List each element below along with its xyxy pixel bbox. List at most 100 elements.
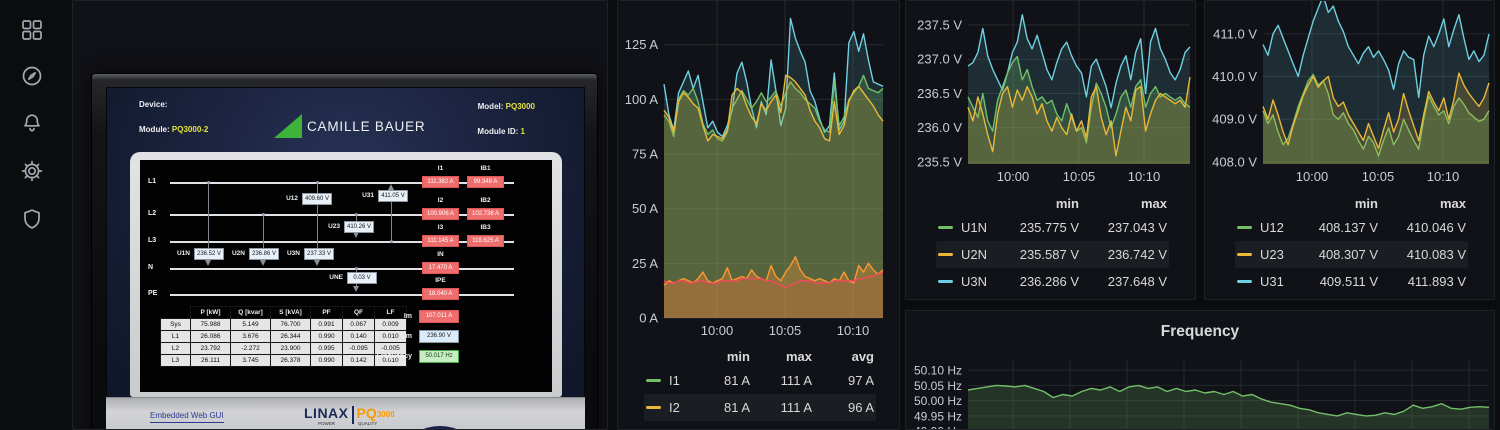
legend-stat-header[interactable]: min [1290, 196, 1378, 211]
legend-stat-value: 236.286 V [991, 274, 1079, 289]
current-label-I1: I1 [422, 165, 459, 172]
power-table-cell: 23.900 [271, 343, 311, 355]
readout-label-Frequency: Frequency [360, 353, 412, 360]
junction-dot [207, 181, 210, 184]
phase-voltages-plot[interactable]: 237.5 V237.0 V236.5 V236.0 V235.5 V10:00… [906, 1, 1196, 191]
legend-stat-header[interactable]: max [1079, 196, 1167, 211]
current-box-I3: 111.145 A [422, 235, 459, 247]
series-name[interactable]: U12 [1260, 220, 1284, 235]
power-table-cell: -2.272 [231, 343, 271, 355]
module-label: Module: PQ3000-2 [139, 125, 208, 134]
legend-stat-value: 409.511 V [1290, 274, 1378, 289]
bus-label-L1: L1 [148, 178, 156, 185]
readout-box-Um: 236.90 V [419, 330, 459, 343]
series-name[interactable]: I2 [669, 400, 680, 415]
module-value: PQ3000-2 [172, 125, 208, 134]
voltage-label-U2N: U2N [215, 250, 245, 257]
series-swatch-icon [938, 226, 953, 229]
legend-row-U31[interactable]: U31409.511 V411.893 V [1235, 268, 1468, 295]
arrow-down-icon [205, 260, 211, 266]
legend-row-U2N[interactable]: U2N235.587 V236.742 V [936, 241, 1169, 268]
legend-stat-value: 237.043 V [1079, 220, 1167, 235]
legend-stat-header[interactable]: max [1378, 196, 1466, 211]
device-photo: Device: Module: PQ3000-2 CAMILLE BAUER M… [91, 73, 598, 430]
legend-stat-header[interactable]: avg [812, 349, 874, 364]
line-voltages-plot[interactable]: 411.0 V410.0 V409.0 V408.0 V10:0010:0510… [1205, 1, 1495, 191]
x-tick-label: 10:10 [837, 323, 870, 338]
module-id-label: Module ID: 1 [477, 127, 525, 136]
series-name[interactable]: U31 [1260, 274, 1284, 289]
device-front-panel: Embedded Web GUI LINAX PQ 3000 POWER QUA… [106, 397, 585, 430]
legend-row-U3N[interactable]: U3N 236.286 V237.648 V [936, 268, 1169, 295]
legend-stat-header[interactable]: min [688, 349, 750, 364]
power-table-cell: 76.700 [271, 319, 311, 331]
current-box-I2: 100.906 A [422, 208, 459, 220]
arrow-down-icon [353, 286, 359, 292]
series-name[interactable]: U3N [961, 274, 987, 289]
power-table-cell: 3.676 [231, 331, 271, 343]
y-tick-label: 237.5 V [917, 17, 962, 32]
legend-stat-value: 111 A [750, 400, 812, 415]
x-tick-label: 10:00 [997, 169, 1030, 184]
power-table-cell: 0.991 [311, 319, 343, 331]
y-tick-label: 408.0 V [1212, 154, 1257, 169]
junction-dot [355, 267, 358, 270]
bus-line-PE [170, 294, 514, 296]
legend-header: minmax [1235, 192, 1468, 214]
security-shield-icon[interactable] [20, 207, 44, 231]
bus-label-L2: L2 [148, 210, 156, 217]
series-name[interactable]: U23 [1260, 247, 1284, 262]
frequency-plot[interactable]: 50.10 Hz50.05 Hz50.00 Hz49.95 Hz49.90 Hz [906, 311, 1495, 430]
explore-compass-icon[interactable] [20, 64, 44, 88]
y-tick-label: 235.5 V [917, 154, 962, 169]
series-name[interactable]: I1 [669, 373, 680, 388]
series-name[interactable]: U2N [961, 247, 987, 262]
linax-power-tag: POWER [318, 421, 335, 426]
arrow-down-icon [314, 260, 320, 266]
x-tick-label: 10:00 [701, 323, 734, 338]
readout-box-Frequency: 50.017 Hz [419, 350, 459, 363]
power-table-row: Sys75.9885.14976.7000.9910.0670.009 [161, 319, 407, 331]
x-tick-label: 10:10 [1427, 169, 1460, 184]
legend-stat-value: 237.648 V [1079, 274, 1167, 289]
y-tick-label: 75 A [632, 147, 658, 162]
alerting-bell-icon[interactable] [20, 111, 44, 135]
y-tick-label: 49.95 Hz [914, 409, 962, 423]
power-table-cell: L1 [161, 331, 191, 343]
currents-legend: minmaxavg I181 A111 A97 AI281 A111 A96 A [644, 345, 876, 421]
power-table-cell: 0.990 [311, 331, 343, 343]
current-label-I2: I2 [422, 197, 459, 204]
legend-row-U23[interactable]: U23408.307 V410.083 V [1235, 241, 1468, 268]
legend-stat-value: 111 A [750, 373, 812, 388]
power-table-cell: 0.009 [375, 319, 407, 331]
currents-plot[interactable]: 125 A100 A75 A50 A25 A0 A10:0010:0510:10 [618, 1, 900, 341]
power-table-cell: 26.111 [191, 355, 231, 367]
legend-row-I1[interactable]: I181 A111 A97 A [644, 367, 876, 394]
current-label-IB2: IB2 [467, 197, 504, 204]
voltage-box-U12: 409.60 V [302, 193, 332, 205]
legend-row-U12[interactable]: U12408.137 V410.046 V [1235, 214, 1468, 241]
legend-row-I2[interactable]: I281 A111 A96 A [644, 394, 876, 421]
apps-icon[interactable] [20, 18, 44, 42]
line-voltages-legend: minmaxU12408.137 V410.046 VU23408.307 V4… [1235, 192, 1468, 295]
x-tick-label: 10:10 [1128, 169, 1161, 184]
bus-label-PE: PE [148, 290, 157, 297]
panel-frequency: Frequency 50.10 Hz50.05 Hz50.00 Hz49.95 … [905, 310, 1495, 430]
y-tick-label: 237.0 V [917, 52, 962, 67]
current-label-IB1: IB1 [467, 165, 504, 172]
configuration-gear-icon[interactable] [20, 159, 44, 183]
power-table-header: Q [kvar] [231, 307, 271, 319]
legend-stat-header[interactable]: min [991, 196, 1079, 211]
power-table-cell: L2 [161, 343, 191, 355]
device-screen: Device: Module: PQ3000-2 CAMILLE BAUER M… [106, 87, 585, 430]
panel-currents: 125 A100 A75 A50 A25 A0 A10:0010:0510:10… [617, 0, 900, 430]
legend-row-U1N[interactable]: U1N235.775 V237.043 V [936, 214, 1169, 241]
readout-label-Um: Um [360, 333, 412, 340]
camille-bauer-logo-icon [274, 114, 302, 138]
bus-label-N: N [148, 264, 153, 271]
y-tick-label: 236.0 V [917, 120, 962, 135]
series-area-Frequency [968, 385, 1489, 430]
series-name[interactable]: U1N [961, 220, 987, 235]
gui-frame: L1L2L3NPEU12409.60 VU31411.05 VU23410.26… [130, 152, 562, 397]
legend-stat-header[interactable]: max [750, 349, 812, 364]
